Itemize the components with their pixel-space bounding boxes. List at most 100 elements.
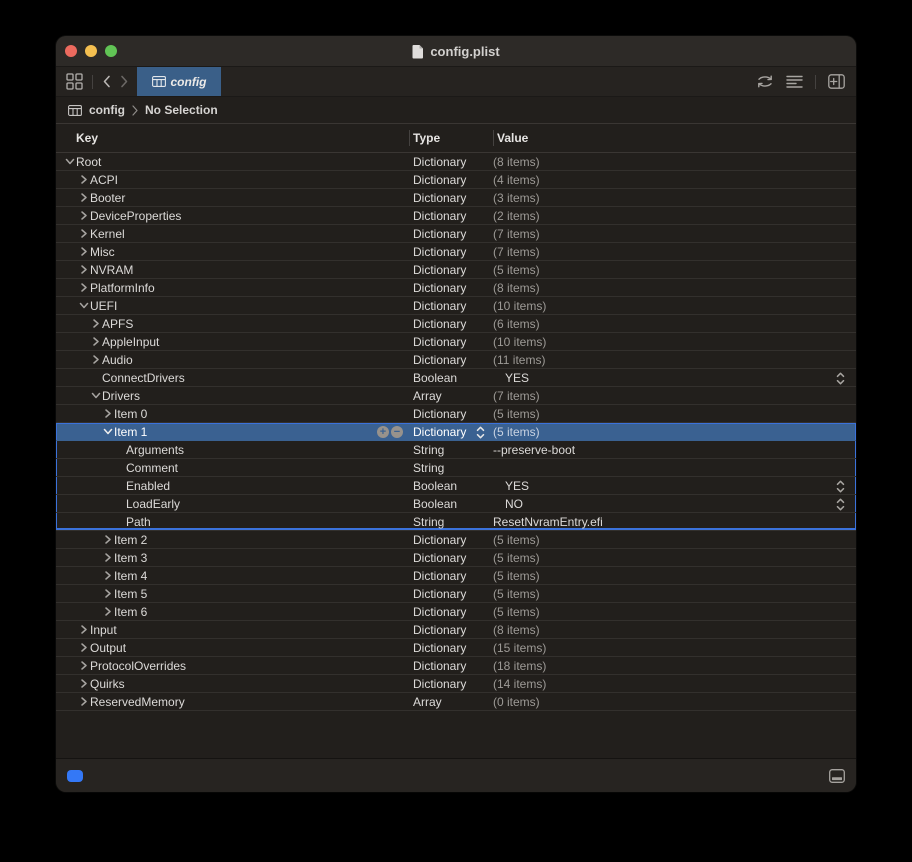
row-type[interactable]: String [413, 515, 444, 529]
row-value[interactable]: (5 items) [493, 425, 540, 439]
row-type[interactable]: Dictionary [413, 209, 466, 223]
disclosure-chevron-collapsed[interactable] [78, 625, 90, 634]
row-type[interactable]: Boolean [413, 479, 457, 493]
table-row[interactable]: Item 0Dictionary(5 items) [56, 405, 856, 423]
row-value[interactable]: (8 items) [493, 155, 540, 169]
row-type[interactable]: Dictionary [413, 569, 466, 583]
table-row[interactable]: QuirksDictionary(14 items) [56, 675, 856, 693]
row-value[interactable]: (2 items) [493, 209, 540, 223]
table-row[interactable]: DevicePropertiesDictionary(2 items) [56, 207, 856, 225]
row-type[interactable]: Array [413, 389, 442, 403]
table-row[interactable]: ArgumentsString--preserve-boot [56, 441, 856, 459]
row-value[interactable]: (5 items) [493, 605, 540, 619]
disclosure-chevron-collapsed[interactable] [102, 607, 114, 616]
row-type[interactable]: Dictionary [413, 623, 466, 637]
table-row[interactable]: ProtocolOverridesDictionary(18 items) [56, 657, 856, 675]
disclosure-chevron-collapsed[interactable] [78, 643, 90, 652]
row-value[interactable]: (6 items) [493, 317, 540, 331]
table-row[interactable]: ReservedMemoryArray(0 items) [56, 693, 856, 711]
row-type[interactable]: Dictionary [413, 155, 466, 169]
row-type[interactable]: Dictionary [413, 551, 466, 565]
row-value[interactable]: (10 items) [493, 335, 546, 349]
related-items-grid-icon[interactable] [66, 73, 83, 90]
row-value[interactable]: (8 items) [493, 623, 540, 637]
zoom-window-button[interactable] [105, 45, 117, 57]
filter-accent-chip[interactable] [67, 770, 83, 782]
type-stepper-icon[interactable] [476, 426, 485, 442]
tab-config[interactable]: config [137, 67, 221, 96]
row-type[interactable]: Dictionary [413, 353, 466, 367]
table-row[interactable]: Item 5Dictionary(5 items) [56, 585, 856, 603]
back-chevron-icon[interactable] [102, 75, 111, 88]
row-type[interactable]: Dictionary [413, 425, 466, 439]
row-value[interactable]: (3 items) [493, 191, 540, 205]
table-row-selected[interactable]: Item 1+−Dictionary(5 items) [56, 423, 856, 441]
row-type[interactable]: Dictionary [413, 659, 466, 673]
row-type[interactable]: Dictionary [413, 263, 466, 277]
add-editor-icon[interactable] [828, 74, 845, 89]
column-divider[interactable] [493, 130, 494, 146]
disclosure-chevron-expanded[interactable] [102, 427, 114, 436]
row-type[interactable]: Dictionary [413, 299, 466, 313]
disclosure-chevron-collapsed[interactable] [90, 355, 102, 364]
table-row[interactable]: OutputDictionary(15 items) [56, 639, 856, 657]
disclosure-chevron-collapsed[interactable] [102, 553, 114, 562]
table-row[interactable]: Item 6Dictionary(5 items) [56, 603, 856, 621]
row-value[interactable]: (5 items) [493, 551, 540, 565]
table-row[interactable]: ConnectDriversBooleanYES [56, 369, 856, 387]
row-value[interactable]: ResetNvramEntry.efi [493, 515, 603, 529]
column-header-key[interactable]: Key [76, 131, 98, 145]
disclosure-chevron-expanded[interactable] [90, 391, 102, 400]
table-row[interactable]: LoadEarlyBooleanNO [56, 495, 856, 513]
row-value[interactable]: (0 items) [493, 695, 540, 709]
table-row[interactable]: EnabledBooleanYES [56, 477, 856, 495]
table-row[interactable]: Item 2Dictionary(5 items) [56, 531, 856, 549]
disclosure-chevron-collapsed[interactable] [78, 679, 90, 688]
close-window-button[interactable] [65, 45, 77, 57]
disclosure-chevron-collapsed[interactable] [78, 265, 90, 274]
row-type[interactable]: Dictionary [413, 191, 466, 205]
bottom-panel-icon[interactable] [829, 769, 845, 783]
row-value[interactable]: (5 items) [493, 569, 540, 583]
row-value[interactable]: (5 items) [493, 533, 540, 547]
row-type[interactable]: Dictionary [413, 407, 466, 421]
table-row[interactable]: Item 4Dictionary(5 items) [56, 567, 856, 585]
table-row[interactable]: CommentString [56, 459, 856, 477]
add-row-button[interactable]: + [377, 426, 389, 438]
disclosure-chevron-collapsed[interactable] [78, 229, 90, 238]
disclosure-chevron-collapsed[interactable] [78, 211, 90, 220]
row-value[interactable]: (18 items) [493, 659, 546, 673]
breadcrumb-file[interactable]: config [89, 103, 125, 117]
row-value[interactable]: (5 items) [493, 587, 540, 601]
table-row[interactable]: ACPIDictionary(4 items) [56, 171, 856, 189]
column-header-type[interactable]: Type [413, 131, 440, 145]
table-row[interactable]: AppleInputDictionary(10 items) [56, 333, 856, 351]
disclosure-chevron-expanded[interactable] [64, 157, 76, 166]
row-value[interactable]: (4 items) [493, 173, 540, 187]
row-type[interactable]: Boolean [413, 497, 457, 511]
row-value[interactable]: NO [493, 497, 523, 511]
table-row[interactable]: PlatformInfoDictionary(8 items) [56, 279, 856, 297]
disclosure-chevron-collapsed[interactable] [78, 697, 90, 706]
disclosure-chevron-collapsed[interactable] [102, 409, 114, 418]
table-row[interactable]: UEFIDictionary(10 items) [56, 297, 856, 315]
boolean-value-stepper-icon[interactable] [836, 372, 845, 388]
row-value[interactable]: (10 items) [493, 299, 546, 313]
row-type[interactable]: Dictionary [413, 641, 466, 655]
disclosure-chevron-collapsed[interactable] [78, 661, 90, 670]
disclosure-chevron-collapsed[interactable] [78, 283, 90, 292]
row-type[interactable]: Dictionary [413, 533, 466, 547]
row-type[interactable]: Dictionary [413, 335, 466, 349]
disclosure-chevron-collapsed[interactable] [78, 247, 90, 256]
row-value[interactable]: YES [493, 479, 529, 493]
table-row[interactable]: MiscDictionary(7 items) [56, 243, 856, 261]
remove-row-button[interactable]: − [391, 426, 403, 438]
row-value[interactable]: (15 items) [493, 641, 546, 655]
column-header-value[interactable]: Value [497, 131, 528, 145]
table-row[interactable]: Item 3Dictionary(5 items) [56, 549, 856, 567]
row-value[interactable]: (14 items) [493, 677, 546, 691]
disclosure-chevron-expanded[interactable] [78, 301, 90, 310]
row-value[interactable]: YES [493, 371, 529, 385]
table-row[interactable]: BooterDictionary(3 items) [56, 189, 856, 207]
row-type[interactable]: Dictionary [413, 227, 466, 241]
